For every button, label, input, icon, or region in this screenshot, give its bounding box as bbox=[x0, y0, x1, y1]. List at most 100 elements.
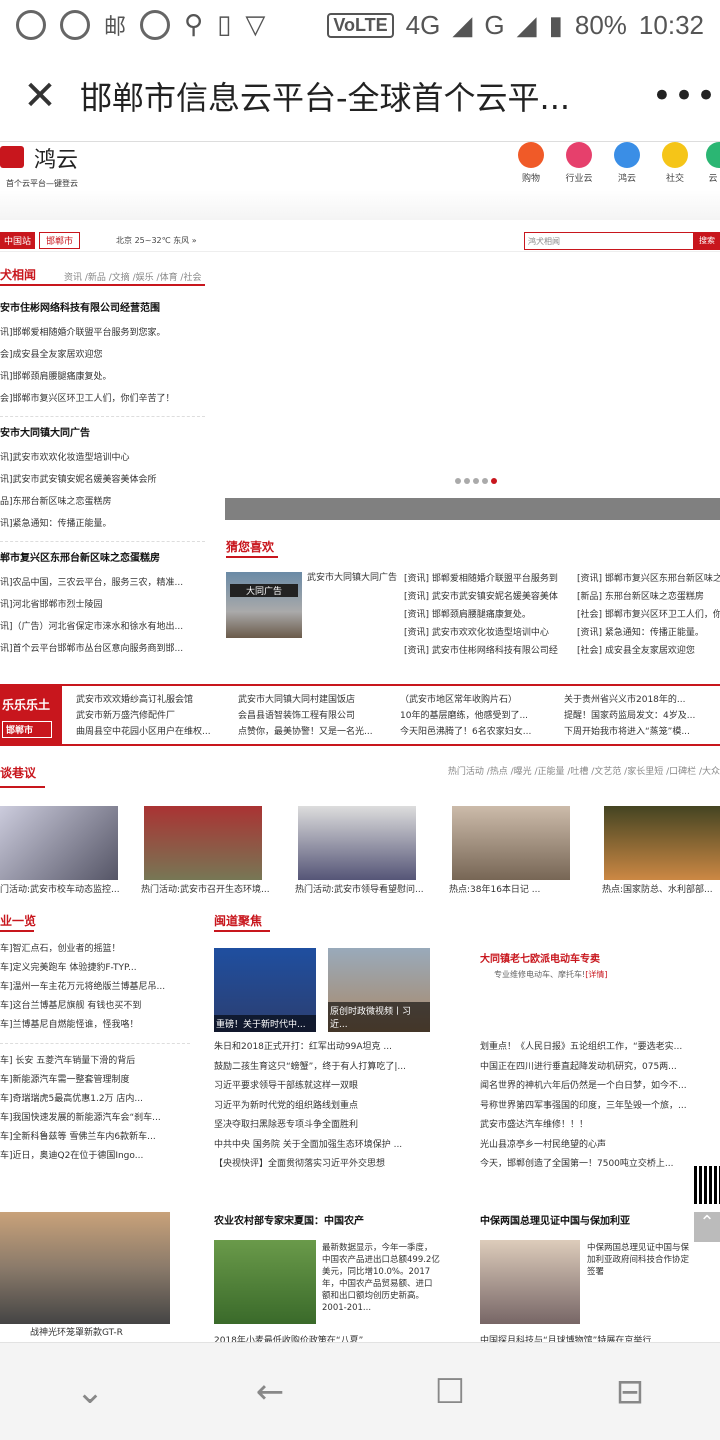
bulg-image[interactable] bbox=[480, 1240, 580, 1324]
happy-city-select[interactable]: 邯郸市 bbox=[2, 721, 52, 738]
list-item[interactable]: 会]邯郸市复兴区环卫工人们，你们辛苦了！ bbox=[0, 388, 205, 410]
list-item[interactable]: 讯]邯郸爱相随婚介联盟平台服务到您家。 bbox=[0, 322, 205, 344]
list-item[interactable]: 下周开始我市将进入“蒸笼”模... bbox=[564, 724, 704, 740]
list-item[interactable]: 会昌县语智装饰工程有限公司 bbox=[238, 708, 388, 724]
home-icon[interactable]: ☐ bbox=[420, 1362, 480, 1422]
list-item[interactable]: 习近平要求领导干部练就这样一双眼 bbox=[214, 1077, 434, 1097]
list-item[interactable]: 车]定义完美跑车 体验捷豹F-TYP... bbox=[0, 959, 190, 978]
list-heading[interactable]: 安市住彬网络科技有限公司经营范围 bbox=[0, 298, 205, 320]
carousel-dot[interactable] bbox=[473, 478, 479, 484]
list-item[interactable]: 讯]紧急通知：传播正能量。 bbox=[0, 513, 205, 535]
list-item[interactable]: 武安市盛达汽车维修！！！ bbox=[480, 1116, 690, 1136]
agri-image[interactable] bbox=[214, 1240, 316, 1324]
photo-2[interactable] bbox=[144, 806, 262, 880]
list-item[interactable]: 鼓励二孩生育这只“螃蟹”，终于有人打算吃了|... bbox=[214, 1058, 434, 1078]
list-item[interactable]: 习近平为新时代党的组织路线划重点 bbox=[214, 1097, 434, 1117]
photo-5[interactable] bbox=[604, 806, 720, 880]
list-item[interactable]: 车]这台兰博基尼旗舰 有钱也买不到 bbox=[0, 997, 190, 1016]
list-item[interactable]: 武安市欢欢婚纱高订礼服会馆 bbox=[76, 692, 226, 708]
list-item[interactable]: 武安市新万盛汽修配件厂 bbox=[76, 708, 226, 724]
bulg-title[interactable]: 中保两国总理见证中国与保加利亚 bbox=[480, 1212, 630, 1227]
photo-caption[interactable]: 热点:38年16本日记 ... bbox=[449, 882, 589, 895]
chevron-down-icon[interactable]: ⌄ bbox=[60, 1362, 120, 1422]
list-item[interactable]: 曲周县空中花园小区用户在维权... bbox=[76, 724, 226, 740]
site-logo[interactable]: 鸿云 首个云平台—键登云 bbox=[0, 142, 100, 190]
list-item[interactable]: 武安市大同镇大同村建国饭店 bbox=[238, 692, 388, 708]
list-item[interactable]: 坚决夺取扫黑除恶专项斗争全面胜利 bbox=[214, 1116, 434, 1136]
list-item[interactable]: 车] 长安 五菱汽车销量下滑的背后 bbox=[0, 1052, 190, 1071]
list-item[interactable]: 讯]武安市武安镇安妮名媛美容美体会所 bbox=[0, 469, 205, 491]
list-item[interactable]: [资讯] 紧急通知：传播正能量。 bbox=[577, 624, 720, 642]
carousel-dot[interactable] bbox=[464, 478, 470, 484]
carousel-dots[interactable] bbox=[455, 478, 497, 484]
list-item[interactable]: 车]新能源汽车需一整套管理制度 bbox=[0, 1071, 190, 1090]
carousel-dot-active[interactable] bbox=[491, 478, 497, 484]
left-section-tabs[interactable]: 资讯 /新品 /文摘 /娱乐 /体育 /社会 bbox=[64, 270, 201, 283]
bulg-foot[interactable]: 中国探月科技与“月球博物馆”特展在京举行 bbox=[480, 1330, 690, 1342]
nav-hongyun[interactable]: 鸿云 bbox=[610, 142, 644, 184]
recent-apps-icon[interactable]: ⊟ bbox=[600, 1362, 660, 1422]
list-item[interactable]: 今天阳邑沸腾了！6名农家妇女... bbox=[400, 724, 550, 740]
list-item[interactable]: 中共中央 国务院 关于全面加强生态环境保护 ... bbox=[214, 1136, 434, 1156]
list-item[interactable]: 讯]河北省邯郸市烈士陵园 bbox=[0, 594, 205, 616]
list-item[interactable]: 今天，邯郸创造了全国第一！7500吨立交桥上... bbox=[480, 1155, 690, 1175]
list-item[interactable]: 中国正在四川进行垂直起降发动机研究，075两... bbox=[480, 1058, 690, 1078]
list-item[interactable]: [资讯] 武安市住彬网络科技有限公司经 bbox=[404, 642, 572, 660]
list-item[interactable]: 提醒！国家药监局发文：4岁及... bbox=[564, 708, 704, 724]
focus-image-2[interactable]: 原创时政微视频丨习近... bbox=[328, 948, 430, 1032]
list-item[interactable]: 讯]农品中国，三农云平台，服务三农，精准... bbox=[0, 572, 205, 594]
back-to-top-button[interactable]: ⌃ bbox=[694, 1212, 720, 1242]
list-item[interactable]: 车]近日，奥迪Q2在位于德国Ingo... bbox=[0, 1147, 190, 1166]
list-heading[interactable]: 安市大同镇大同广告 bbox=[0, 423, 205, 445]
list-item[interactable]: 车]温州一车主花万元将绝版兰博基尼吊... bbox=[0, 978, 190, 997]
list-item[interactable]: 品]东邢台新区味之恋蛋糕房 bbox=[0, 491, 205, 513]
list-item[interactable]: [资讯] 邯郸爱相随婚介联盟平台服务到 bbox=[404, 570, 572, 588]
list-item[interactable]: 10年的基层磨练，他感受到了... bbox=[400, 708, 550, 724]
car-image[interactable] bbox=[0, 1212, 170, 1324]
focus-image-1[interactable]: 重磅！关于新时代中... bbox=[214, 948, 316, 1032]
ad-title[interactable]: 大同镇老七欧派电动车专卖 bbox=[480, 950, 600, 965]
list-item[interactable]: 划重点！《人民日报》五论组织工作，“要选老实... bbox=[480, 1038, 690, 1058]
list-item[interactable]: 车]智汇点石，创业者的摇篮！ bbox=[0, 940, 190, 959]
list-heading[interactable]: 郸市复兴区东邢台新区味之恋蛋糕房 bbox=[0, 548, 205, 570]
list-item[interactable]: 光山县凉亭乡一村民绝望的心声 bbox=[480, 1136, 690, 1156]
list-item[interactable]: [社会] 邯郸市复兴区环卫工人们，你 bbox=[577, 606, 720, 624]
list-item[interactable]: （武安市地区常年收购片石） bbox=[400, 692, 550, 708]
carousel-dot[interactable] bbox=[455, 478, 461, 484]
list-item[interactable]: 闻名世界的神机六年后仍然是一个白日梦，如今不... bbox=[480, 1077, 690, 1097]
left-section-title[interactable]: 犬相闻 bbox=[0, 266, 36, 283]
photo-caption[interactable]: 热门活动:武安市召开生态环境... bbox=[141, 882, 281, 895]
nav-social[interactable]: 社交 bbox=[658, 142, 692, 184]
car-caption[interactable]: 战神光环笼罩新款GT-R bbox=[30, 1322, 180, 1342]
agri-title[interactable]: 农业农村部专家宋夏国：中国农产 bbox=[214, 1212, 364, 1227]
station-tab[interactable]: 中国站 bbox=[0, 232, 36, 249]
list-item[interactable]: [资讯] 邯郸市复兴区东邢台新区味之 bbox=[577, 570, 720, 588]
nav-shopping[interactable]: 购物 bbox=[514, 142, 548, 184]
list-item[interactable]: 讯]武安市欢欢化妆造型培训中心 bbox=[0, 447, 205, 469]
photo-caption[interactable]: 门活动:武安市校车动态监控... bbox=[0, 882, 140, 895]
nav-cloud[interactable]: 云 bbox=[706, 142, 720, 184]
guess-image[interactable]: 大同广告 bbox=[226, 572, 302, 638]
list-item[interactable]: 号称世界第四军事强国的印度，三年坠毁一个旅，... bbox=[480, 1097, 690, 1117]
back-icon[interactable]: ← bbox=[240, 1362, 300, 1422]
list-item[interactable]: 讯]首个云平台邯郸市丛台区意向服务商到邯... bbox=[0, 638, 205, 660]
city-select[interactable]: 邯郸市 bbox=[39, 232, 81, 249]
talk-tabs[interactable]: 热门活动 /热点 /曝光 /正能量 /吐槽 /文艺范 /家长里短 /口碑栏 /大… bbox=[448, 764, 720, 777]
photo-4[interactable] bbox=[452, 806, 570, 880]
photo-caption[interactable]: 热门活动:武安市领导看望慰问... bbox=[295, 882, 435, 895]
photo-3[interactable] bbox=[298, 806, 416, 880]
list-item[interactable]: [资讯] 武安市武安镇安妮名媛美容美体 bbox=[404, 588, 572, 606]
close-button[interactable]: ✕ bbox=[0, 73, 80, 119]
photo-caption[interactable]: 热点:国家防总、水利部部... bbox=[602, 882, 720, 895]
list-item[interactable]: 关于贵州省兴义市2018年的... bbox=[564, 692, 704, 708]
guess-caption[interactable]: 武安市大同镇大同广告 bbox=[307, 572, 397, 585]
list-item[interactable]: [新品] 东邢台新区味之恋蛋糕房 bbox=[577, 588, 720, 606]
photo-1[interactable] bbox=[0, 806, 118, 880]
agri-foot[interactable]: 2018年小麦最低收购价政策在“八夏” bbox=[214, 1330, 434, 1342]
nav-industry[interactable]: 行业云 bbox=[562, 142, 596, 184]
list-item[interactable]: 车]兰博基尼自燃能怪谁，怪我咯！ bbox=[0, 1016, 190, 1035]
list-item[interactable]: 车]奇瑞瑞虎5最高优惠1.2万 店内... bbox=[0, 1090, 190, 1109]
search-input[interactable]: 鸿犬相闻 bbox=[524, 232, 694, 250]
more-menu-button[interactable]: ••• bbox=[650, 76, 720, 116]
list-item[interactable]: 朱日和2018正式开打：红军出动99A坦克 ... bbox=[214, 1038, 434, 1058]
